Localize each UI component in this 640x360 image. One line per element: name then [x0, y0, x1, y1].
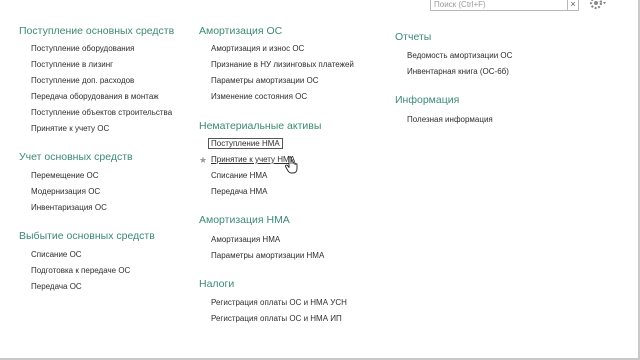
link-receipt-extra-costs[interactable]: Поступление доп. расходов — [31, 76, 134, 85]
link-os-modernization[interactable]: Модернизация ОС — [31, 187, 100, 196]
group-title-taxes: Налоги — [199, 278, 235, 290]
gear-icon[interactable] — [588, 0, 608, 12]
star-icon[interactable]: ★ — [199, 155, 207, 166]
link-payment-usn[interactable]: Регистрация оплаты ОС и НМА УСН — [211, 298, 347, 307]
link-os-transfer[interactable]: Передача ОС — [31, 282, 82, 291]
hand-pointer-icon — [285, 156, 298, 174]
group-title-reports: Отчеты — [395, 31, 432, 43]
group-title-information: Информация — [395, 94, 460, 106]
link-useful-info[interactable]: Полезная информация — [407, 115, 493, 124]
link-os-inventory[interactable]: Инвентаризация ОС — [31, 203, 107, 212]
link-os-prepare-transfer[interactable]: Подготовка к передаче ОС — [31, 266, 130, 275]
group-title-receipt-os: Поступление основных средств — [19, 25, 175, 37]
group-title-os-accounting: Учет основных средств — [19, 151, 133, 163]
link-os-movement[interactable]: Перемещение ОС — [31, 171, 99, 180]
link-depreciation-wear[interactable]: Амортизация и износ ОС — [211, 44, 304, 53]
link-receipt-equipment[interactable]: Поступление оборудования — [31, 44, 134, 53]
search-input[interactable]: Поиск (Ctrl+F) — [430, 0, 568, 11]
link-transfer-to-installation[interactable]: Передача оборудования в монтаж — [31, 92, 159, 101]
link-depreciation-statement[interactable]: Ведомость амортизации ОС — [407, 51, 512, 60]
group-title-os-disposal: Выбытие основных средств — [19, 230, 155, 242]
group-title-intangible-assets: Нематериальные активы — [199, 120, 322, 132]
search-placeholder: Поиск (Ctrl+F) — [434, 0, 486, 9]
link-os-depreciation-params[interactable]: Параметры амортизации ОС — [211, 76, 319, 85]
link-nma-depreciation-params[interactable]: Параметры амортизации НМА — [211, 251, 324, 260]
link-payment-ip[interactable]: Регистрация оплаты ОС и НМА ИП — [211, 314, 342, 323]
link-os-acceptance[interactable]: Принятие к учету ОС — [31, 124, 109, 133]
link-nma-receipt[interactable]: Поступление НМА — [208, 138, 283, 149]
group-title-os-depreciation: Амортизация ОС — [199, 25, 283, 37]
link-nma-depreciation[interactable]: Амортизация НМА — [211, 235, 280, 244]
link-receipt-construction[interactable]: Поступление объектов строительства — [31, 108, 172, 117]
link-receipt-leasing[interactable]: Поступление в лизинг — [31, 60, 113, 69]
link-nma-acceptance[interactable]: Принятие к учету НМА — [211, 155, 295, 164]
link-leasing-tax-recognition[interactable]: Признание в НУ лизинговых платежей — [211, 60, 354, 69]
link-os-write-off[interactable]: Списание ОС — [31, 250, 82, 259]
clear-search-button[interactable]: × — [567, 0, 579, 11]
link-nma-write-off[interactable]: Списание НМА — [211, 171, 267, 180]
link-os-state-change[interactable]: Изменение состояния ОС — [211, 92, 307, 101]
link-inventory-book[interactable]: Инвентарная книга (ОС-6б) — [407, 67, 509, 76]
link-nma-transfer[interactable]: Передача НМА — [211, 187, 267, 196]
group-title-nma-depreciation: Амортизация НМА — [199, 214, 290, 226]
